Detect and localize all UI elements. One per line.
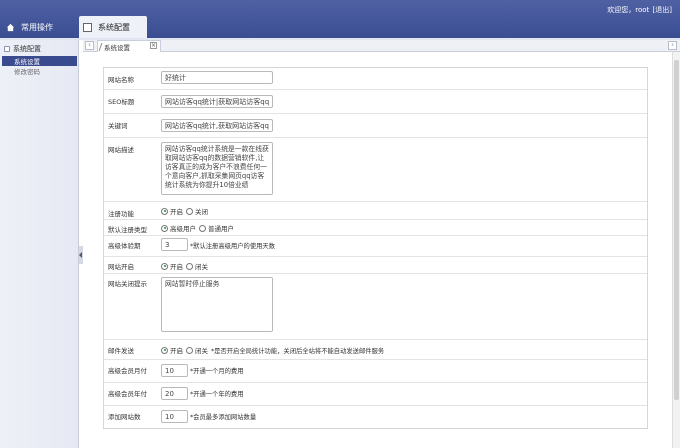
tab-common-label: 常用操作 [21,22,53,32]
radio-label: 闭关 [195,347,208,355]
main-content: 系统设置 × 网站名称 好统计 SEO标题 网站访客qq统计|获取网站访客qq … [83,40,680,448]
add-site-hint: *会员最多添加网站数量 [190,414,257,421]
radio-icon [186,207,193,215]
tab-system-config[interactable]: 系统配置 [79,16,147,38]
monthly-price-input[interactable]: 10 [161,364,188,377]
label-site-name: 网站名称 [108,76,134,84]
label-default-type: 默认注册类型 [108,226,147,234]
radio-checked-icon [161,224,168,232]
row-mail: 邮件发送 开启 闭关 *是否开启全局统计功能，关闭后全站将不能自动发送邮件服务 [104,340,647,360]
sidebar-section[interactable]: 系统配置 [0,42,78,56]
row-site-open: 网站开启 开启 闭关 [104,257,647,274]
radio-icon [199,224,206,232]
label-site-open: 网站开启 [108,263,134,271]
radio-label: 高级用户 [170,225,196,233]
tab-common-ops[interactable]: 常用操作 [0,16,78,38]
register-on-radio[interactable]: 开启 [161,206,183,216]
yearly-price-input[interactable]: 20 [161,387,188,400]
tab-strip: 系统设置 × [83,40,680,52]
yearly-hint: *开通一个年的费用 [190,391,244,398]
radio-icon [186,262,193,270]
label-register: 注册功能 [108,210,134,218]
radio-label: 关闭 [195,208,208,216]
label-yearly: 高级会员年付 [108,390,147,398]
settings-form: 网站名称 好统计 SEO标题 网站访客qq统计|获取网站访客qq 关键词 网站访… [103,67,648,429]
logout-link[interactable]: [退出] [653,6,672,14]
tab-scroll-left-button[interactable] [85,40,94,50]
register-off-radio[interactable]: 关闭 [186,206,208,216]
sidebar: 系统配置 系统设置 修改密码 [0,40,79,448]
add-site-input[interactable]: 10 [161,410,188,423]
row-site-name: 网站名称 好统计 [104,68,647,90]
label-keywords: 关键词 [108,122,128,130]
tab-label: 系统设置 [104,43,130,52]
label-seo-title: SEO标题 [108,98,135,106]
type-advanced-radio[interactable]: 高级用户 [161,223,196,233]
sidebar-item-change-password[interactable]: 修改密码 [2,66,77,76]
row-description: 网站描述 网站访客qq统计系统是一款在线获取网站访客qq的数据营销软件,让访客真… [104,138,647,202]
window-icon [83,22,92,32]
label-close-msg: 网站关闭提示 [108,280,147,288]
radio-label: 开启 [170,208,183,216]
trial-days-input[interactable]: 3 [161,238,188,251]
row-add-site: 添加网站数 10 *会员最多添加网站数量 [104,406,647,428]
mail-off-radio[interactable]: 闭关 [186,345,208,355]
row-close-msg: 网站关闭提示 网站暂时停止服务 [104,274,647,340]
radio-label: 闭关 [195,263,208,271]
top-bar: 欢迎您，root [退出] 常用操作 系统配置 [0,0,680,38]
mail-on-radio[interactable]: 开启 [161,345,183,355]
row-monthly: 高级会员月付 10 *开通一个月的费用 [104,360,647,383]
row-seo-title: SEO标题 网站访客qq统计|获取网站访客qq [104,90,647,114]
radio-label: 开启 [170,347,183,355]
sidebar-section-label: 系统配置 [13,45,41,53]
seo-title-input[interactable]: 网站访客qq统计|获取网站访客qq [161,95,273,108]
tab-system-settings[interactable]: 系统设置 × [97,40,161,52]
row-default-type: 默认注册类型 高级用户 普通用户 [104,220,647,236]
radio-icon [186,346,193,354]
welcome-text: 欢迎您，root [607,6,650,14]
close-msg-textarea[interactable]: 网站暂时停止服务 [161,277,273,332]
label-add-site: 添加网站数 [108,413,141,421]
keywords-input[interactable]: 网站访客qq统计,获取网站访客qq [161,119,273,132]
tab-system-label: 系统配置 [98,22,130,32]
row-yearly: 高级会员年付 20 *开通一个年的费用 [104,383,647,406]
site-name-input[interactable]: 好统计 [161,71,273,84]
radio-checked-icon [161,207,168,215]
radio-checked-icon [161,346,168,354]
trial-hint: *默认注册高级用户的使用天数 [190,243,276,250]
tab-scroll-right-button[interactable] [668,40,677,50]
home-icon [6,23,15,31]
description-textarea[interactable]: 网站访客qq统计系统是一款在线获取网站访客qq的数据营销软件,让访客真正的成为客… [161,142,273,195]
user-info: 欢迎您，root [退出] [606,5,672,15]
type-normal-radio[interactable]: 普通用户 [199,223,234,233]
site-close-radio[interactable]: 闭关 [186,261,208,271]
row-register: 注册功能 开启 关闭 [104,202,647,220]
vertical-scrollbar[interactable] [672,52,680,448]
radio-checked-icon [161,262,168,270]
label-monthly: 高级会员月付 [108,367,147,375]
mail-hint: *是否开启全局统计功能，关闭后全站将不能自动发送邮件服务 [211,347,385,355]
radio-label: 普通用户 [208,225,234,233]
close-icon[interactable]: × [150,42,157,49]
arrow-left-icon [79,252,82,258]
label-trial: 高级体验期 [108,242,141,250]
monthly-hint: *开通一个月的费用 [190,368,244,375]
site-open-radio[interactable]: 开启 [161,261,183,271]
row-keywords: 关键词 网站访客qq统计,获取网站访客qq [104,114,647,138]
scrollbar-thumb[interactable] [674,60,679,400]
label-description: 网站描述 [108,146,134,154]
collapse-icon [4,46,10,52]
row-trial: 高级体验期 3 *默认注册高级用户的使用天数 [104,236,647,257]
radio-label: 开启 [170,263,183,271]
sidebar-item-system-settings[interactable]: 系统设置 [2,56,77,66]
label-mail: 邮件发送 [108,347,134,355]
